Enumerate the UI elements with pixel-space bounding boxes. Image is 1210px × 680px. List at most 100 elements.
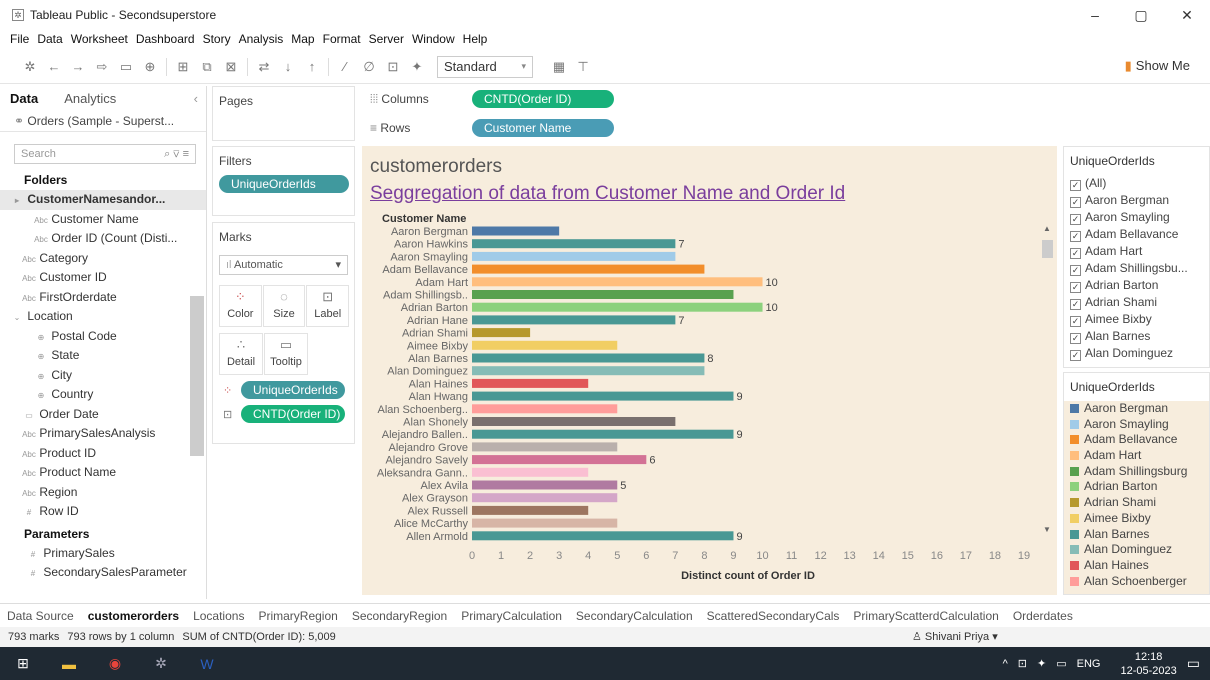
filter-pill[interactable]: UniqueOrderIds [219, 175, 349, 193]
redo-icon[interactable]: ⇨ [90, 59, 114, 75]
forward-icon[interactable]: → [66, 59, 90, 74]
legend-item[interactable]: Alan Haines [1064, 558, 1209, 574]
filter-checkbox[interactable]: ✓ Aimee Bixby [1064, 311, 1209, 328]
color-button[interactable]: ⁘ Color [219, 285, 262, 327]
menu-item-data[interactable]: Data [37, 30, 62, 48]
filter-checkbox[interactable]: ✓ Adam Shillingsbu... [1064, 260, 1209, 277]
field-item[interactable]: Abc Customer Name [0, 210, 206, 230]
legend-item[interactable]: Adam Shillingsburg [1064, 464, 1209, 480]
search-filter-icons[interactable]: ⌕ ⊽ ≡ [164, 148, 189, 161]
pin-icon[interactable]: ✦ [405, 59, 429, 75]
highlight-icon[interactable]: ∕ [333, 59, 357, 74]
color-pill[interactable]: UniqueOrderIds [241, 381, 345, 399]
chrome-icon[interactable]: ◉ [92, 655, 138, 672]
legend-item[interactable]: Alan Dominguez [1064, 542, 1209, 558]
windows-start-icon[interactable]: ⊞ [0, 655, 46, 672]
size-button[interactable]: ◌ Size [262, 285, 306, 327]
filter-checkbox[interactable]: ✓ Adam Bellavance [1064, 226, 1209, 243]
menu-item-worksheet[interactable]: Worksheet [71, 30, 128, 48]
parameter-item[interactable]: # PrimarySales [0, 544, 206, 564]
sheet-tab[interactable]: SecondaryCalculation [569, 609, 700, 623]
menu-item-server[interactable]: Server [369, 30, 404, 48]
show-me-button[interactable]: ▮ Show Me [1125, 58, 1190, 74]
tab-analytics[interactable]: Analytics [64, 91, 116, 106]
filter-checkbox[interactable]: ✓ Adrian Shami [1064, 294, 1209, 311]
word-icon[interactable]: W [184, 656, 230, 672]
legend-item[interactable]: Adam Bellavance [1064, 432, 1209, 448]
mark-type-select[interactable]: ıl Automatic ▾ [219, 255, 348, 275]
show-cards-icon[interactable]: ▦ [547, 59, 571, 75]
maximize-button[interactable]: ▢ [1118, 0, 1164, 30]
minimize-button[interactable]: – [1072, 0, 1118, 30]
field-item[interactable]: Abc Region [0, 483, 206, 503]
viz-canvas[interactable]: customerorders Seggregation of data from… [362, 146, 1057, 595]
legend-item[interactable]: Adam Hart [1064, 448, 1209, 464]
field-item[interactable]: ⊕ State [0, 346, 206, 366]
menu-item-window[interactable]: Window [412, 30, 455, 48]
legend-item[interactable]: Alan Barnes [1064, 527, 1209, 543]
field-item[interactable]: ▸ CustomerNamesandor... [0, 190, 206, 210]
data-source-name[interactable]: ⚭ Orders (Sample - Superst... [0, 110, 206, 132]
menu-item-story[interactable]: Story [203, 30, 231, 48]
back-icon[interactable]: ← [42, 59, 66, 74]
sort-asc-icon[interactable]: ↓ [276, 59, 300, 74]
filter-checkbox[interactable]: ✓ (All) [1064, 175, 1209, 192]
menu-item-file[interactable]: File [10, 30, 29, 48]
user-menu[interactable]: ♙ Shivani Priya ▾ [912, 630, 998, 643]
sheet-tab[interactable]: Data Source [0, 609, 81, 623]
label-pill[interactable]: CNTD(Order ID) [241, 405, 345, 423]
field-item[interactable]: Abc FirstOrderdate [0, 288, 206, 308]
field-item[interactable]: ▭ Order Date [0, 405, 206, 425]
filter-checkbox[interactable]: ✓ Adam Hart [1064, 243, 1209, 260]
collapse-icon[interactable]: ‹ [194, 91, 198, 106]
data-pane-scrollbar[interactable] [190, 296, 204, 456]
sheet-tab[interactable]: PrimaryCalculation [454, 609, 569, 623]
filter-checkbox[interactable]: ✓ Alan Dominguez [1064, 345, 1209, 362]
field-item[interactable]: Abc PrimarySalesAnalysis [0, 424, 206, 444]
close-button[interactable]: ✕ [1164, 0, 1210, 30]
sheet-tab[interactable]: PrimaryRegion [251, 609, 344, 623]
legend-item[interactable]: Adrian Shami [1064, 495, 1209, 511]
legend-item[interactable]: Aaron Smayling [1064, 417, 1209, 433]
menu-item-dashboard[interactable]: Dashboard [136, 30, 195, 48]
dropbox-icon[interactable]: ✦ [1037, 657, 1046, 670]
new-worksheet-icon[interactable]: ⊞ [171, 59, 195, 75]
columns-pill[interactable]: CNTD(Order ID) [472, 90, 614, 108]
tableau-icon[interactable]: ✲ [18, 59, 42, 75]
viz-scrollbar[interactable]: ▲ ▼ [1041, 224, 1054, 534]
new-datasource-icon[interactable]: ⊕ [138, 59, 162, 75]
menu-item-analysis[interactable]: Analysis [239, 30, 284, 48]
rows-pill[interactable]: Customer Name [472, 119, 614, 137]
file-explorer-icon[interactable]: ▬ [46, 656, 92, 672]
clock[interactable]: 12:18 12-05-2023 [1110, 650, 1176, 678]
group-icon[interactable]: ∅ [357, 59, 381, 75]
menu-item-help[interactable]: Help [463, 30, 488, 48]
filter-checkbox[interactable]: ✓ Adrian Barton [1064, 277, 1209, 294]
legend-item[interactable]: Adrian Barton [1064, 479, 1209, 495]
parameter-item[interactable]: # SecondarySalesParameter [0, 563, 206, 583]
duplicate-icon[interactable]: ⧉ [195, 59, 219, 75]
sheet-tab[interactable]: Locations [186, 609, 251, 623]
viz-scroll-thumb[interactable] [1042, 240, 1053, 258]
tableau-taskbar-icon[interactable]: ✲ [138, 655, 184, 672]
field-item[interactable]: Abc Product Name [0, 463, 206, 483]
presentation-icon[interactable]: ⊤ [571, 59, 595, 75]
field-item[interactable]: ⊕ Country [0, 385, 206, 405]
sheet-tab[interactable]: customerorders [81, 609, 186, 623]
tab-data[interactable]: Data [10, 91, 38, 106]
battery-icon[interactable]: ▭ [1056, 657, 1066, 670]
swap-icon[interactable]: ⇄ [252, 59, 276, 75]
sheet-tab[interactable]: PrimaryScatterdCalculation [846, 609, 1005, 623]
sheet-tab[interactable]: ScatteredSecondaryCals [700, 609, 847, 623]
rows-shelf[interactable]: ≡ Rows Customer Name [362, 115, 1057, 141]
chevron-up-icon[interactable]: ^ [1003, 658, 1008, 670]
filters-shelf[interactable]: Filters UniqueOrderIds [212, 146, 355, 216]
filter-checkbox[interactable]: ✓ Alan Barnes [1064, 328, 1209, 345]
sheet-tab[interactable]: Orderdates [1006, 609, 1080, 623]
pages-shelf[interactable]: Pages [212, 86, 355, 141]
labels-icon[interactable]: ⊡ [381, 59, 405, 75]
sheet-tab[interactable]: SecondaryRegion [345, 609, 454, 623]
legend-item[interactable]: Aimee Bixby [1064, 511, 1209, 527]
legend-item[interactable]: Aaron Bergman [1064, 401, 1209, 417]
notification-icon[interactable]: ▭ [1187, 655, 1200, 672]
